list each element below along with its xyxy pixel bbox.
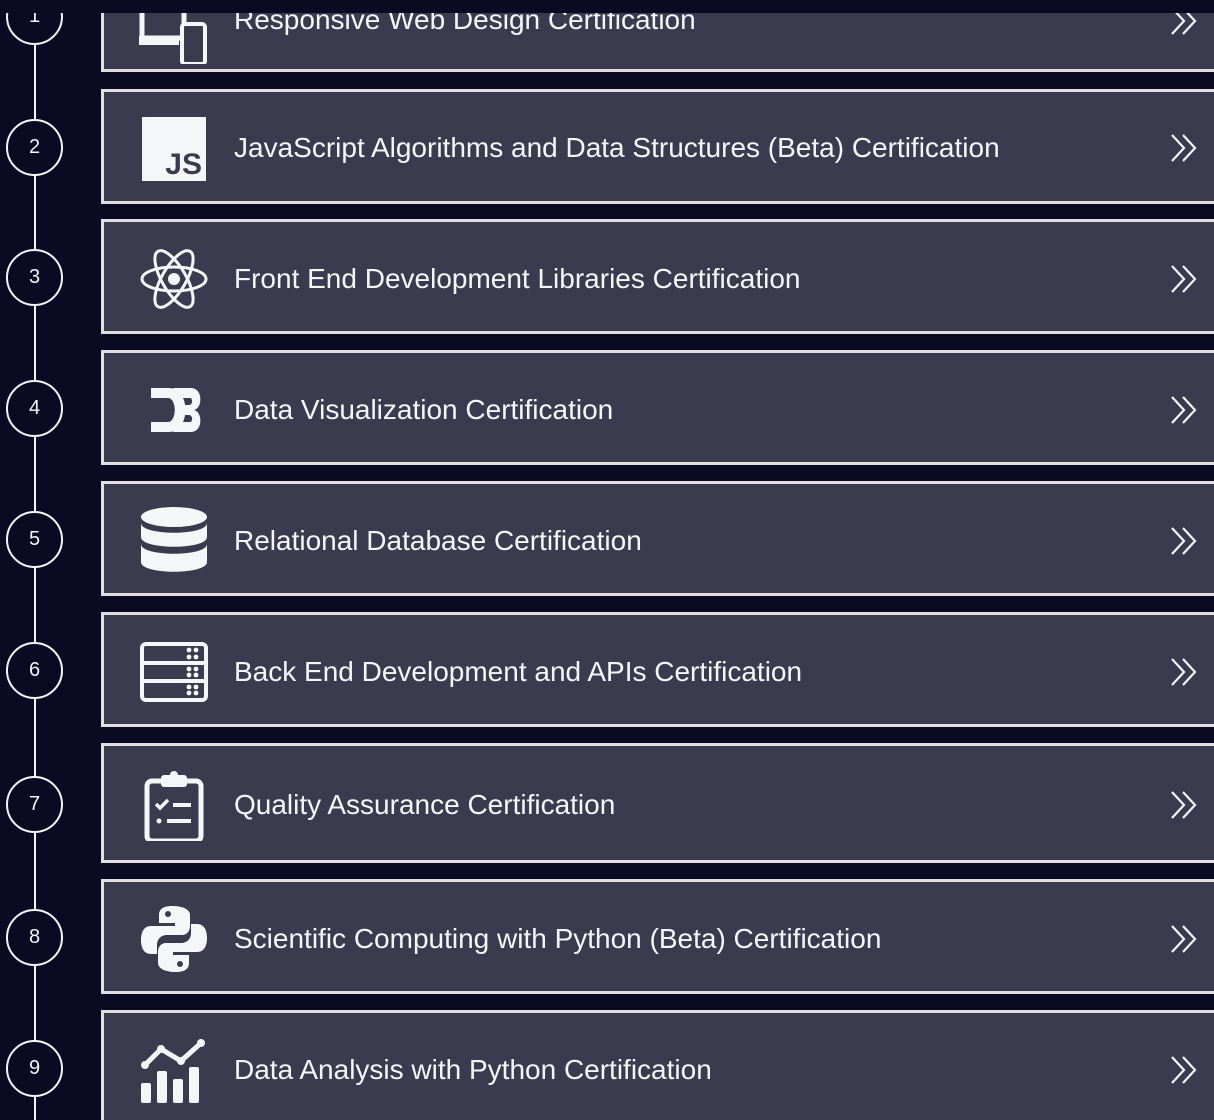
- chevron-right-icon: [1168, 656, 1200, 688]
- certification-title: Quality Assurance Certification: [234, 789, 616, 820]
- step-number-6: 6: [6, 642, 63, 699]
- step-number-4: 4: [6, 380, 63, 437]
- javascript-icon: JS: [139, 114, 209, 184]
- clipboard-checklist-icon: [139, 771, 209, 841]
- chevron-right-icon: [1168, 923, 1200, 955]
- certification-title: Data Visualization Certification: [234, 394, 614, 425]
- step-number-9: 9: [6, 1040, 63, 1097]
- certification-card-back-end-apis[interactable]: Back End Development and APIs Certificat…: [101, 612, 1214, 727]
- python-icon: [139, 904, 209, 974]
- certification-title: Data Analysis with Python Certification: [234, 1054, 712, 1085]
- curriculum-map: 1 2 3 4 5 6 7 8 9 Responsive Web Design …: [0, 0, 1214, 1120]
- certification-title: Scientific Computing with Python (Beta) …: [234, 923, 882, 954]
- certification-card-front-end-libraries[interactable]: Front End Development Libraries Certific…: [101, 219, 1214, 334]
- certification-card-scientific-python[interactable]: Scientific Computing with Python (Beta) …: [101, 879, 1214, 994]
- react-icon: [139, 244, 209, 314]
- step-number-3: 3: [6, 249, 63, 306]
- step-number-5: 5: [6, 511, 63, 568]
- step-number-8: 8: [6, 909, 63, 966]
- chevron-right-icon: [1168, 789, 1200, 821]
- top-strip: [0, 0, 1214, 13]
- certification-title: Relational Database Certification: [234, 525, 642, 556]
- certification-card-quality-assurance[interactable]: Quality Assurance Certification: [101, 743, 1214, 863]
- chevron-right-icon: [1168, 132, 1200, 164]
- step-number-7: 7: [6, 776, 63, 833]
- server-icon: [139, 637, 209, 707]
- certification-card-data-visualization[interactable]: Data Visualization Certification: [101, 350, 1214, 465]
- certification-card-data-analysis-python[interactable]: Data Analysis with Python Certification: [101, 1010, 1214, 1120]
- certification-title: JavaScript Algorithms and Data Structure…: [234, 132, 1000, 163]
- certification-card-relational-database[interactable]: Relational Database Certification: [101, 481, 1214, 596]
- d3-icon: [139, 375, 209, 445]
- chevron-right-icon: [1168, 525, 1200, 557]
- svg-text:JS: JS: [165, 148, 202, 181]
- chevron-right-icon: [1168, 263, 1200, 295]
- step-number-2: 2: [6, 119, 63, 176]
- chevron-right-icon: [1168, 394, 1200, 426]
- certification-card-javascript[interactable]: JS JavaScript Algorithms and Data Struct…: [101, 89, 1214, 204]
- certification-title: Front End Development Libraries Certific…: [234, 263, 801, 294]
- database-icon: [139, 506, 209, 576]
- chevron-right-icon: [1168, 1054, 1200, 1086]
- certification-title: Back End Development and APIs Certificat…: [234, 656, 803, 687]
- chart-analysis-icon: [139, 1035, 209, 1105]
